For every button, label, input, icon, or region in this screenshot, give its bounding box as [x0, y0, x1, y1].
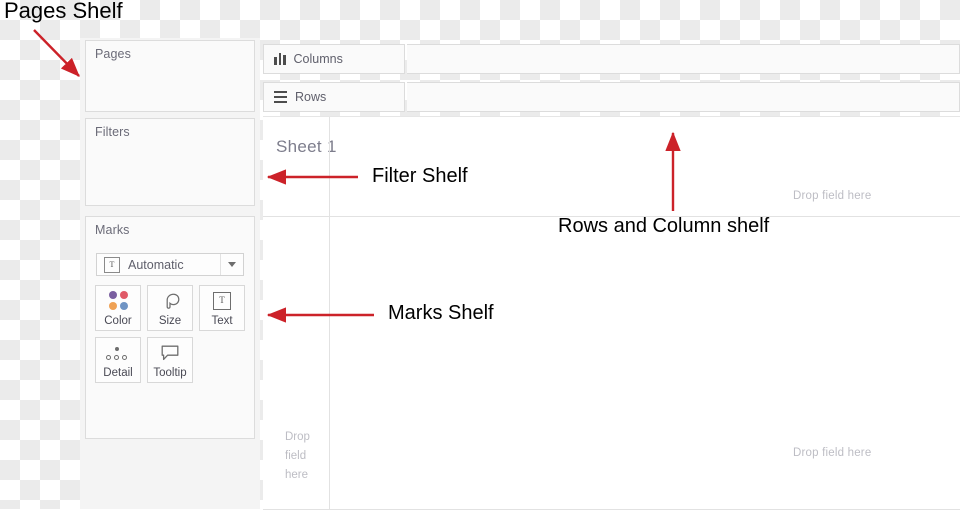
annotation-marks-shelf: Marks Shelf [388, 302, 494, 324]
text-box-icon: T [200, 286, 244, 316]
filters-shelf-title: Filters [95, 125, 130, 139]
mark-type-dropdown[interactable]: T Automatic [96, 253, 244, 276]
rows-shelf-dropzone[interactable] [407, 82, 960, 112]
detail-dots-icon [96, 338, 140, 368]
marks-size-label: Size [158, 314, 182, 327]
tableau-worksheet-window: Pages Filters Marks T Automatic Color Si… [0, 0, 960, 510]
columns-shelf-label: Columns [263, 44, 405, 74]
marks-tooltip-label: Tooltip [153, 366, 187, 379]
annotation-pages-shelf: Pages Shelf [4, 0, 123, 23]
columns-bars-icon [274, 53, 286, 65]
marks-color-label: Color [104, 314, 132, 327]
speech-bubble-icon [148, 338, 192, 368]
drop-field-hint-column[interactable]: Drop field here [793, 190, 871, 202]
worksheet-title[interactable]: Sheet 1 [276, 137, 337, 157]
pages-shelf-title: Pages [95, 47, 131, 61]
size-teardrop-icon [148, 286, 192, 316]
marks-size-button[interactable]: Size [147, 285, 193, 331]
rows-shelf[interactable]: Rows [263, 82, 960, 112]
rows-lines-icon [274, 91, 287, 103]
marks-detail-label: Detail [103, 366, 133, 379]
marks-text-label: Text [211, 314, 233, 327]
worksheet-canvas[interactable]: Sheet 1 Drop field here Drop field here … [263, 116, 960, 510]
pages-shelf-card[interactable]: Pages [85, 40, 255, 112]
columns-shelf-text: Columns [293, 52, 343, 66]
marks-text-button[interactable]: T Text [199, 285, 245, 331]
annotation-filter-shelf: Filter Shelf [372, 165, 468, 187]
columns-shelf[interactable]: Columns [263, 44, 960, 74]
marks-color-button[interactable]: Color [95, 285, 141, 331]
drop-field-hint-bottom[interactable]: Drop field here [793, 447, 871, 459]
color-dots-icon [96, 286, 140, 316]
columns-shelf-dropzone[interactable] [407, 44, 960, 74]
chevron-down-icon [228, 262, 236, 267]
mark-type-dropdown-toggle[interactable] [220, 254, 243, 275]
text-box-icon: T [104, 256, 120, 273]
rows-shelf-text: Rows [295, 90, 327, 104]
marks-detail-button[interactable]: Detail [95, 337, 141, 383]
filters-shelf-card[interactable]: Filters [85, 118, 255, 206]
canvas-divider-vertical [329, 117, 330, 510]
marks-shelf-title: Marks [95, 223, 130, 237]
rows-shelf-label: Rows [263, 82, 405, 112]
drop-field-hint-row[interactable]: Drop field here [285, 428, 325, 485]
marks-tooltip-button[interactable]: Tooltip [147, 337, 193, 383]
mark-type-value: Automatic [128, 257, 184, 272]
annotation-rows-columns: Rows and Column shelf [558, 215, 770, 237]
